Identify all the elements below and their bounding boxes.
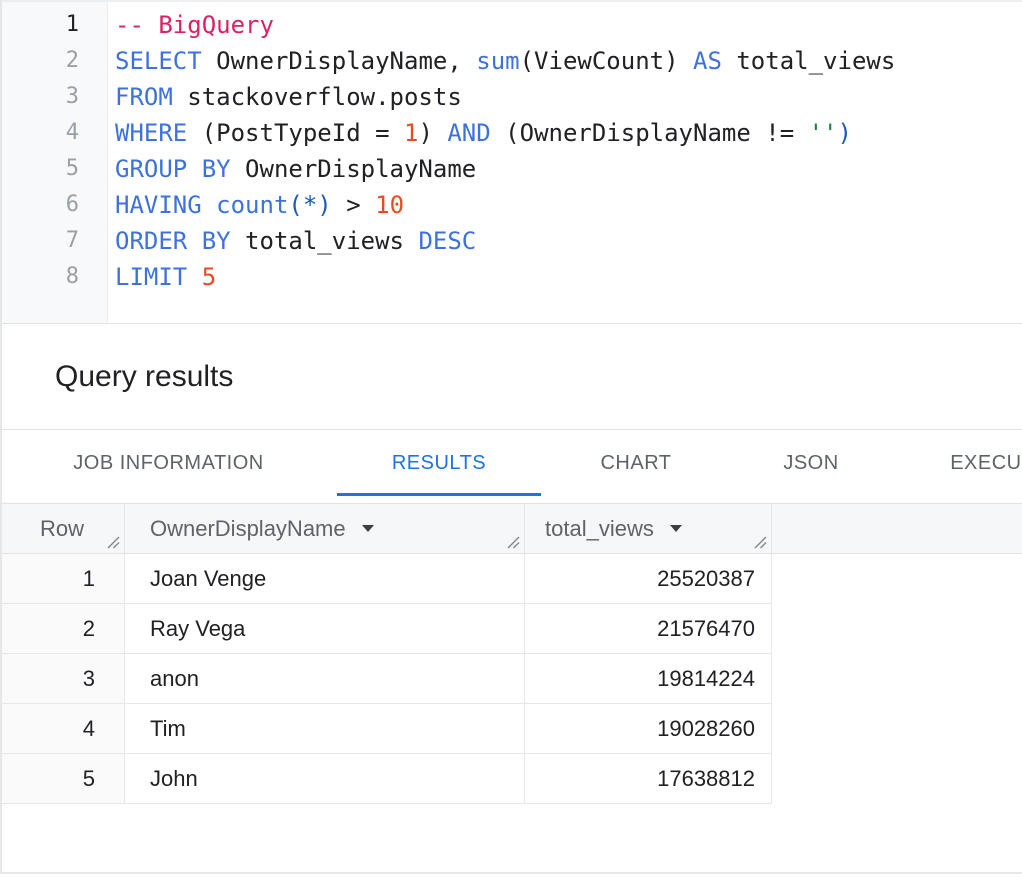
code-token: (ViewCount) bbox=[520, 47, 693, 75]
tab-execution-details[interactable]: EXECUTION DETAILS bbox=[891, 430, 1022, 496]
code-token: total_views bbox=[722, 47, 895, 75]
code-token: count bbox=[216, 191, 288, 219]
code-line: SELECT OwnerDisplayName, sum(ViewCount) … bbox=[115, 43, 895, 79]
code-token: (OwnerDisplayName != bbox=[491, 119, 809, 147]
total-views-cell: 21576470 bbox=[525, 604, 772, 653]
row-number-cell: 2 bbox=[0, 604, 125, 653]
column-resize-handle[interactable] bbox=[752, 534, 768, 550]
line-number: 1 bbox=[0, 7, 107, 43]
panel-bottom-border bbox=[0, 872, 1022, 874]
results-tab-bar: JOB INFORMATIONRESULTSCHARTJSONEXECUTION… bbox=[0, 430, 1022, 496]
line-number: 7 bbox=[0, 223, 107, 259]
sql-editor[interactable]: 12345678 -- BigQuerySELECT OwnerDisplayN… bbox=[0, 0, 1022, 324]
code-token: -- BigQuery bbox=[115, 11, 274, 39]
code-line: FROM stackoverflow.posts bbox=[115, 79, 895, 115]
query-results-header: Query results bbox=[0, 324, 1022, 430]
code-token: ) bbox=[838, 119, 852, 147]
code-token: > bbox=[332, 191, 375, 219]
results-table: Row OwnerDisplayName total_views 1Joan V… bbox=[0, 503, 1022, 804]
query-results-heading: Query results bbox=[55, 360, 233, 394]
tab-job-information[interactable]: JOB INFORMATION bbox=[0, 430, 337, 496]
table-header-row: Row OwnerDisplayName total_views bbox=[0, 504, 1022, 554]
code-token: GROUP BY bbox=[115, 155, 231, 183]
owner-display-name-cell: John bbox=[125, 754, 525, 803]
total-views-cell: 19028260 bbox=[525, 704, 772, 753]
column-header-total-views[interactable]: total_views bbox=[525, 504, 772, 553]
column-label: OwnerDisplayName bbox=[150, 516, 346, 542]
table-row: 4Tim19028260 bbox=[0, 704, 772, 754]
editor-line-number-gutter: 12345678 bbox=[0, 2, 108, 323]
code-token: DESC bbox=[418, 227, 476, 255]
column-header-ownerdisplayname[interactable]: OwnerDisplayName bbox=[125, 504, 525, 553]
line-number: 8 bbox=[0, 259, 107, 295]
row-number-cell: 4 bbox=[0, 704, 125, 753]
column-resize-handle[interactable] bbox=[105, 534, 121, 550]
owner-display-name-cell: anon bbox=[125, 654, 525, 703]
code-token: AS bbox=[693, 47, 722, 75]
code-token: SELECT bbox=[115, 47, 202, 75]
tab-json[interactable]: JSON bbox=[731, 430, 891, 496]
column-label: Row bbox=[40, 516, 84, 542]
code-line: HAVING count(*) > 10 bbox=[115, 187, 895, 223]
code-token: OwnerDisplayName, bbox=[202, 47, 477, 75]
code-token: 10 bbox=[375, 191, 404, 219]
bigquery-query-panel: 12345678 -- BigQuerySELECT OwnerDisplayN… bbox=[0, 0, 1022, 878]
code-token bbox=[202, 191, 216, 219]
column-header-row: Row bbox=[0, 504, 125, 553]
table-body: 1Joan Venge255203872Ray Vega215764703ano… bbox=[0, 554, 1022, 804]
code-token: (*) bbox=[288, 191, 331, 219]
code-token: (PostTypeId = bbox=[187, 119, 404, 147]
code-line: ORDER BY total_views DESC bbox=[115, 223, 895, 259]
code-token: '' bbox=[809, 119, 838, 147]
owner-display-name-cell: Tim bbox=[125, 704, 525, 753]
column-resize-handle[interactable] bbox=[505, 534, 521, 550]
line-number: 5 bbox=[0, 151, 107, 187]
sort-dropdown-icon[interactable] bbox=[670, 525, 682, 532]
column-header-filler bbox=[772, 504, 1022, 553]
line-number: 2 bbox=[0, 43, 107, 79]
code-token: WHERE bbox=[115, 119, 187, 147]
row-number-cell: 3 bbox=[0, 654, 125, 703]
tab-results[interactable]: RESULTS bbox=[337, 430, 541, 496]
owner-display-name-cell: Ray Vega bbox=[125, 604, 525, 653]
code-line: LIMIT 5 bbox=[115, 259, 895, 295]
code-line: WHERE (PostTypeId = 1) AND (OwnerDisplay… bbox=[115, 115, 895, 151]
code-token: LIMIT bbox=[115, 263, 187, 291]
table-row: 5John17638812 bbox=[0, 754, 772, 804]
code-token: ORDER BY bbox=[115, 227, 231, 255]
code-token: AND bbox=[447, 119, 490, 147]
code-token: stackoverflow.posts bbox=[173, 83, 462, 111]
table-row: 1Joan Venge25520387 bbox=[0, 554, 772, 604]
code-token: 1 bbox=[404, 119, 418, 147]
code-token: 5 bbox=[202, 263, 216, 291]
row-number-cell: 5 bbox=[0, 754, 125, 803]
code-line: -- BigQuery bbox=[115, 7, 895, 43]
code-token: sum bbox=[476, 47, 519, 75]
panel-left-border bbox=[0, 0, 2, 874]
owner-display-name-cell: Joan Venge bbox=[125, 554, 525, 603]
line-number: 6 bbox=[0, 187, 107, 223]
code-token: total_views bbox=[231, 227, 419, 255]
table-row: 3anon19814224 bbox=[0, 654, 772, 704]
sort-dropdown-icon[interactable] bbox=[362, 525, 374, 532]
code-token bbox=[187, 263, 201, 291]
table-row: 2Ray Vega21576470 bbox=[0, 604, 772, 654]
code-token: HAVING bbox=[115, 191, 202, 219]
row-number-cell: 1 bbox=[0, 554, 125, 603]
total-views-cell: 25520387 bbox=[525, 554, 772, 603]
code-token: FROM bbox=[115, 83, 173, 111]
editor-code-area: -- BigQuerySELECT OwnerDisplayName, sum(… bbox=[108, 2, 895, 323]
line-number: 4 bbox=[0, 115, 107, 151]
line-number: 3 bbox=[0, 79, 107, 115]
code-token: ) bbox=[418, 119, 447, 147]
column-label: total_views bbox=[545, 516, 654, 542]
code-token: OwnerDisplayName bbox=[231, 155, 477, 183]
total-views-cell: 17638812 bbox=[525, 754, 772, 803]
code-line: GROUP BY OwnerDisplayName bbox=[115, 151, 895, 187]
tab-chart[interactable]: CHART bbox=[541, 430, 731, 496]
total-views-cell: 19814224 bbox=[525, 654, 772, 703]
